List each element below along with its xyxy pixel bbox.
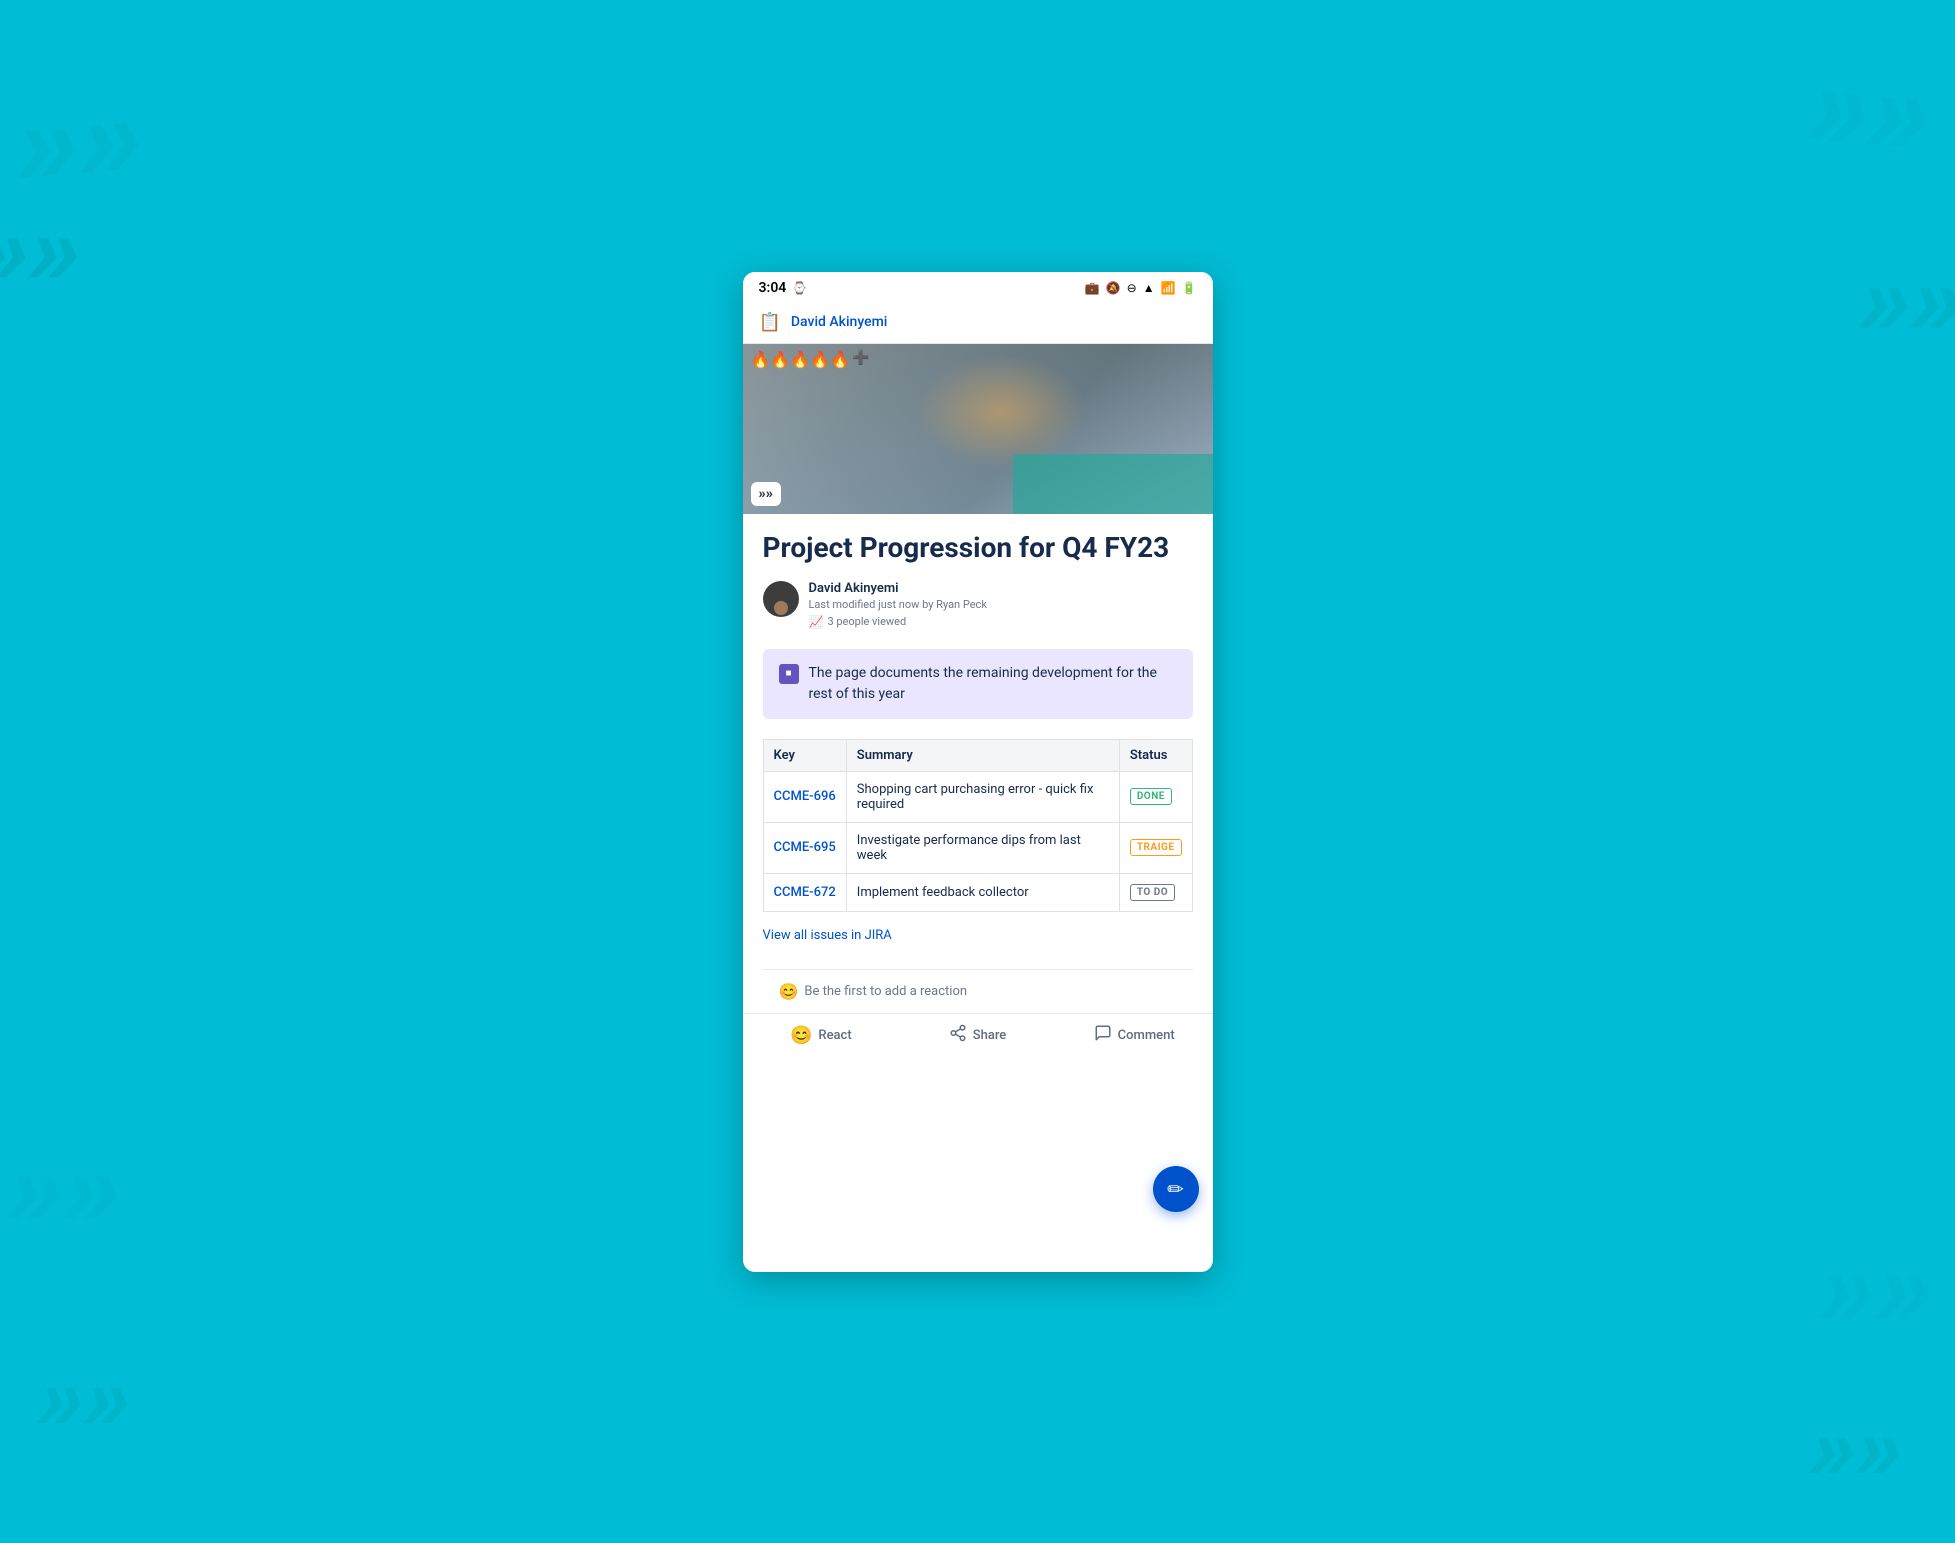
col-header-summary: Summary — [846, 739, 1119, 771]
issues-table: Key Summary Status CCME-696Shopping cart… — [763, 739, 1193, 912]
page-content: Project Progression for Q4 FY23 David Ak… — [743, 514, 1213, 1013]
status-time: 3:04 — [759, 280, 787, 296]
status-signal-icon: 📶 — [1161, 281, 1176, 295]
status-wifi-icon: ▲ — [1143, 281, 1155, 295]
issue-status: TRAIGE — [1119, 822, 1192, 873]
share-action-button[interactable]: Share — [899, 1024, 1056, 1046]
edit-pencil-icon: ✏ — [1167, 1177, 1184, 1201]
comment-label: Comment — [1118, 1028, 1175, 1043]
bottom-action-bar: 😊 React Share Comment — [743, 1013, 1213, 1057]
comment-icon — [1094, 1024, 1112, 1047]
hero-overlay-button[interactable]: »» — [751, 482, 781, 506]
issue-summary: Implement feedback collector — [846, 873, 1119, 911]
react-action-button[interactable]: 😊 React — [743, 1025, 900, 1046]
table-row: CCME-696Shopping cart purchasing error -… — [763, 771, 1192, 822]
reaction-left[interactable]: 😊 Be the first to add a reaction — [779, 982, 968, 1001]
edit-fab-button[interactable]: ✏ — [1153, 1166, 1199, 1212]
issue-summary: Investigate performance dips from last w… — [846, 822, 1119, 873]
nav-page-icon: 📋 — [759, 312, 781, 333]
status-bell-icon: 🔕 — [1106, 281, 1121, 295]
table-row: CCME-672Implement feedback collector TO D… — [763, 873, 1192, 911]
status-badge: TO DO — [1130, 884, 1175, 901]
hero-image: 🔥🔥🔥🔥🔥➕ »» — [743, 344, 1213, 514]
author-name: David Akinyemi — [809, 581, 987, 596]
share-label: Share — [973, 1028, 1007, 1043]
author-info: David Akinyemi Last modified just now by… — [809, 581, 987, 629]
nav-breadcrumb-link[interactable]: David Akinyemi — [791, 314, 887, 330]
comment-action-button[interactable]: Comment — [1056, 1024, 1213, 1047]
summary-box: ■ The page documents the remaining devel… — [763, 649, 1193, 719]
avatar-head — [774, 601, 788, 615]
status-bar-right: 💼 🔕 ⊖ ▲ 📶 🔋 — [1085, 281, 1197, 295]
status-bar-left: 3:04 ⌚ — [759, 280, 808, 296]
views-chart-icon: 📈 — [809, 615, 824, 629]
status-watch-icon: ⌚ — [792, 281, 807, 295]
issue-status: TO DO — [1119, 873, 1192, 911]
react-label: React — [818, 1028, 851, 1043]
summary-text: The page documents the remaining develop… — [809, 663, 1177, 705]
top-nav: 📋 David Akinyemi — [743, 302, 1213, 344]
last-modified-text: Last modified just now by Ryan Peck — [809, 598, 987, 611]
table-row: CCME-695Investigate performance dips fro… — [763, 822, 1192, 873]
hero-emoji-bar: 🔥🔥🔥🔥🔥➕ — [751, 350, 870, 369]
table-header-row: Key Summary Status — [763, 739, 1192, 771]
page-title: Project Progression for Q4 FY23 — [763, 530, 1193, 565]
reaction-emoji-icon: 😊 — [779, 982, 799, 1001]
author-row: David Akinyemi Last modified just now by… — [763, 581, 1193, 629]
col-header-key: Key — [763, 739, 846, 771]
col-header-status: Status — [1119, 739, 1192, 771]
status-bar: 3:04 ⌚ 💼 🔕 ⊖ ▲ 📶 🔋 — [743, 272, 1213, 302]
issue-key[interactable]: CCME-672 — [763, 873, 846, 911]
status-battery-icon: 🔋 — [1182, 281, 1197, 295]
react-icon: 😊 — [790, 1025, 812, 1046]
phone-frame: 3:04 ⌚ 💼 🔕 ⊖ ▲ 📶 🔋 📋 David Akinyemi 🔥🔥🔥🔥… — [743, 272, 1213, 1272]
table-body: CCME-696Shopping cart purchasing error -… — [763, 771, 1192, 911]
issue-key[interactable]: CCME-695 — [763, 822, 846, 873]
table-header: Key Summary Status — [763, 739, 1192, 771]
views-count: 3 people viewed — [827, 615, 906, 628]
views-row: 📈 3 people viewed — [809, 615, 987, 629]
summary-page-icon: ■ — [779, 664, 799, 684]
hero-forward-icon: »» — [759, 486, 773, 502]
status-badge: DONE — [1130, 788, 1172, 805]
reaction-area: 😊 Be the first to add a reaction — [763, 969, 1193, 1013]
view-all-issues-link[interactable]: View all issues in JIRA — [763, 922, 1193, 949]
issue-summary: Shopping cart purchasing error - quick f… — [846, 771, 1119, 822]
status-badge: TRAIGE — [1130, 839, 1182, 856]
status-briefcase-icon: 💼 — [1085, 281, 1100, 295]
issue-key[interactable]: CCME-696 — [763, 771, 846, 822]
status-dnd-icon: ⊖ — [1127, 281, 1137, 295]
share-icon — [949, 1024, 967, 1046]
issue-status: DONE — [1119, 771, 1192, 822]
reaction-prompt: Be the first to add a reaction — [804, 984, 967, 999]
avatar — [763, 581, 799, 617]
